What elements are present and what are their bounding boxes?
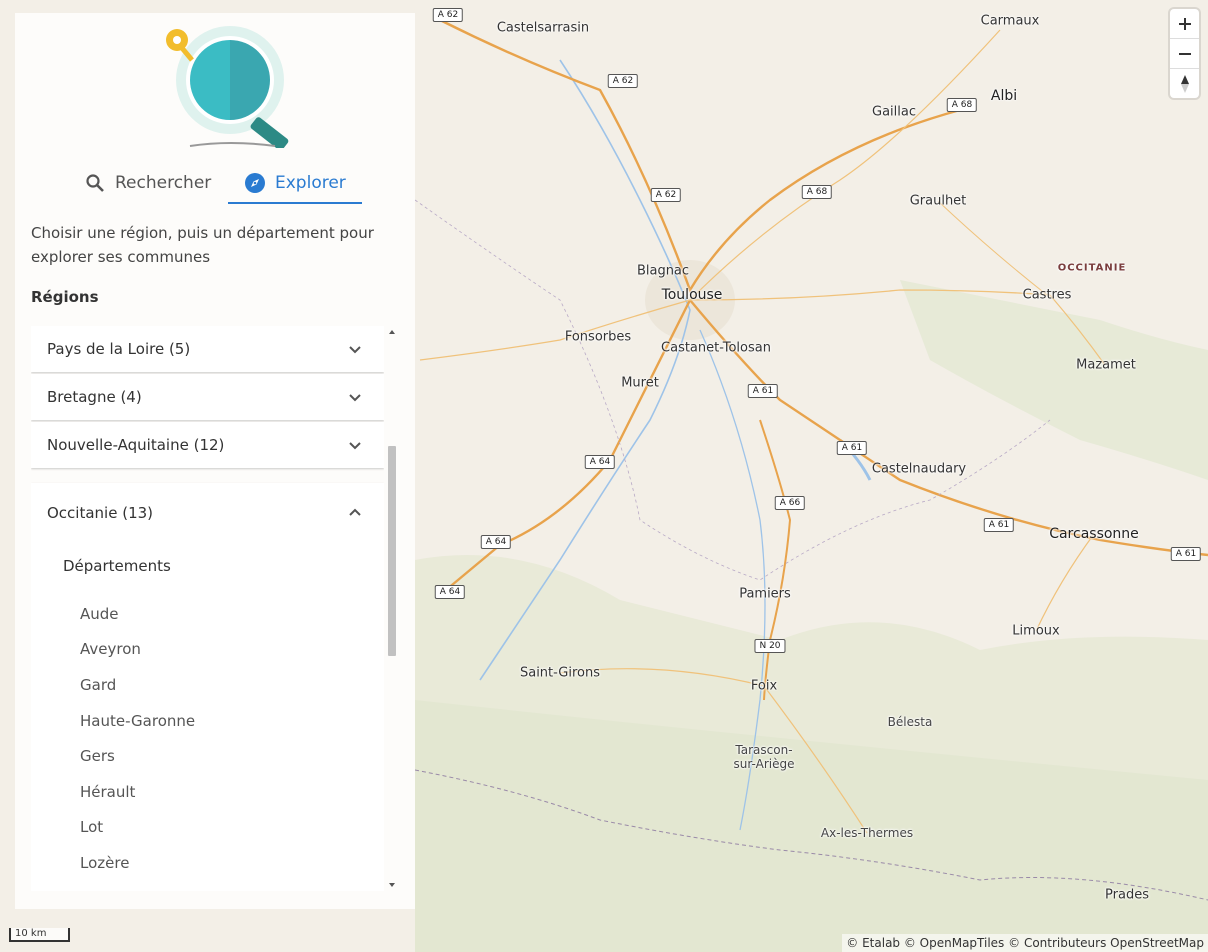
region-label: Occitanie (13): [47, 504, 154, 522]
place-label: Toulouse: [661, 287, 723, 303]
tab-rechercher[interactable]: Rechercher: [85, 163, 211, 203]
region-item-pays-de-la-loire[interactable]: Pays de la Loire (5): [31, 326, 384, 372]
road-shield: A 61: [983, 518, 1015, 532]
minus-icon: [1178, 52, 1191, 55]
place-label: Mazamet: [1076, 357, 1136, 373]
place-label: OCCITANIE: [1057, 262, 1127, 274]
department-item[interactable]: Aveyron: [80, 640, 141, 658]
road-shield: A 64: [434, 585, 466, 599]
regions-scrollbar[interactable]: [385, 326, 399, 891]
department-item[interactable]: Gers: [80, 747, 115, 765]
tab-explorer-label: Explorer: [275, 173, 346, 193]
chevron-up-icon: [349, 508, 361, 516]
reset-bearing-button[interactable]: [1170, 69, 1199, 98]
place-label: Graulhet: [909, 193, 967, 209]
department-item[interactable]: Gard: [80, 676, 116, 694]
search-icon: [86, 174, 104, 192]
place-label: Carmaux: [980, 13, 1040, 29]
place-label: Castanet-Tolosan: [661, 340, 771, 356]
scroll-up-arrow-icon[interactable]: [389, 330, 395, 334]
department-item[interactable]: Haute-Garonne: [80, 712, 195, 730]
road-shield: A 64: [584, 455, 616, 469]
place-label: Fonsorbes: [564, 329, 632, 345]
road-shield: N 20: [754, 639, 786, 653]
road-shield: A 64: [480, 535, 512, 549]
road-shield: A 66: [774, 496, 806, 510]
place-label-tarascon: Tarascon- sur-Ariège: [734, 743, 795, 771]
scale-bar: 10 km: [9, 928, 70, 942]
place-label: Pamiers: [739, 586, 791, 602]
chevron-down-icon: [349, 394, 361, 402]
compass-icon: [1180, 74, 1189, 93]
place-label: Foix: [750, 678, 778, 694]
zoom-controls: [1170, 9, 1199, 98]
place-label: Blagnac: [636, 263, 690, 279]
active-tab-indicator: [228, 202, 362, 204]
map-attribution: © Etalab © OpenMapTiles © Contributeurs …: [842, 934, 1208, 952]
region-item-bretagne[interactable]: Bretagne (4): [31, 374, 384, 420]
region-label: Pays de la Loire (5): [47, 340, 191, 358]
road-shield: A 61: [1170, 547, 1202, 561]
region-label: Bretagne (4): [47, 388, 142, 406]
place-label: Saint-Girons: [519, 665, 601, 681]
road-shield: A 61: [836, 441, 868, 455]
region-header-occitanie[interactable]: Occitanie (13): [31, 483, 384, 543]
road-shield: A 68: [946, 98, 978, 112]
place-label: Bélesta: [887, 715, 933, 729]
place-label: Prades: [1105, 887, 1149, 903]
department-item[interactable]: Lot: [80, 818, 103, 836]
department-item[interactable]: Aude: [80, 605, 119, 623]
road-shield: A 62: [607, 74, 639, 88]
place-label: Castelsarrasin: [496, 20, 590, 36]
region-item-nouvelle-aquitaine[interactable]: Nouvelle-Aquitaine (12): [31, 422, 384, 468]
department-item[interactable]: Lozère: [80, 854, 129, 872]
zoom-in-button[interactable]: [1170, 9, 1199, 39]
tab-rechercher-label: Rechercher: [115, 173, 212, 193]
place-label: Castelnaudary: [871, 461, 967, 477]
road-shield: A 68: [801, 185, 833, 199]
plus-icon: [1178, 17, 1191, 30]
road-shield: A 61: [747, 384, 779, 398]
place-label: Limoux: [1012, 623, 1060, 639]
departments-heading: Départements: [63, 557, 171, 575]
tab-explorer[interactable]: Explorer: [245, 163, 346, 203]
place-label: Castres: [1022, 287, 1072, 303]
tab-bar: Rechercher Explorer: [15, 163, 415, 215]
place-label: Ax-les-Thermes: [820, 826, 914, 840]
region-item-occitanie-expanded: Occitanie (13) Départements Aude Aveyron…: [31, 483, 384, 891]
app-logo-magnifier-icon: [166, 26, 289, 148]
department-item[interactable]: Hérault: [80, 783, 135, 801]
zoom-out-button[interactable]: [1170, 39, 1199, 69]
place-label: Gaillac: [872, 104, 916, 120]
place-label-tarascon-line2: sur-Ariège: [733, 757, 795, 771]
place-label-tarascon-line1: Tarascon-: [735, 743, 793, 757]
regions-list[interactable]: Pays de la Loire (5) Bretagne (4) Nouvel…: [31, 326, 384, 891]
place-label: Carcassonne: [1049, 526, 1139, 542]
region-label: Nouvelle-Aquitaine (12): [47, 436, 225, 454]
scrollbar-thumb[interactable]: [388, 446, 396, 656]
road-shield: A 62: [650, 188, 682, 202]
regions-heading: Régions: [31, 288, 99, 306]
side-panel: Rechercher Explorer Choisir une région, …: [15, 13, 415, 909]
place-label: Muret: [621, 375, 659, 391]
place-label: Albi: [990, 88, 1018, 104]
chevron-down-icon: [349, 442, 361, 450]
chevron-down-icon: [349, 346, 361, 354]
compass-explore-icon: [245, 173, 265, 193]
explore-instructions: Choisir une région, puis un département …: [31, 224, 374, 266]
scroll-down-arrow-icon[interactable]: [389, 883, 395, 887]
road-shield: A 62: [432, 8, 464, 22]
